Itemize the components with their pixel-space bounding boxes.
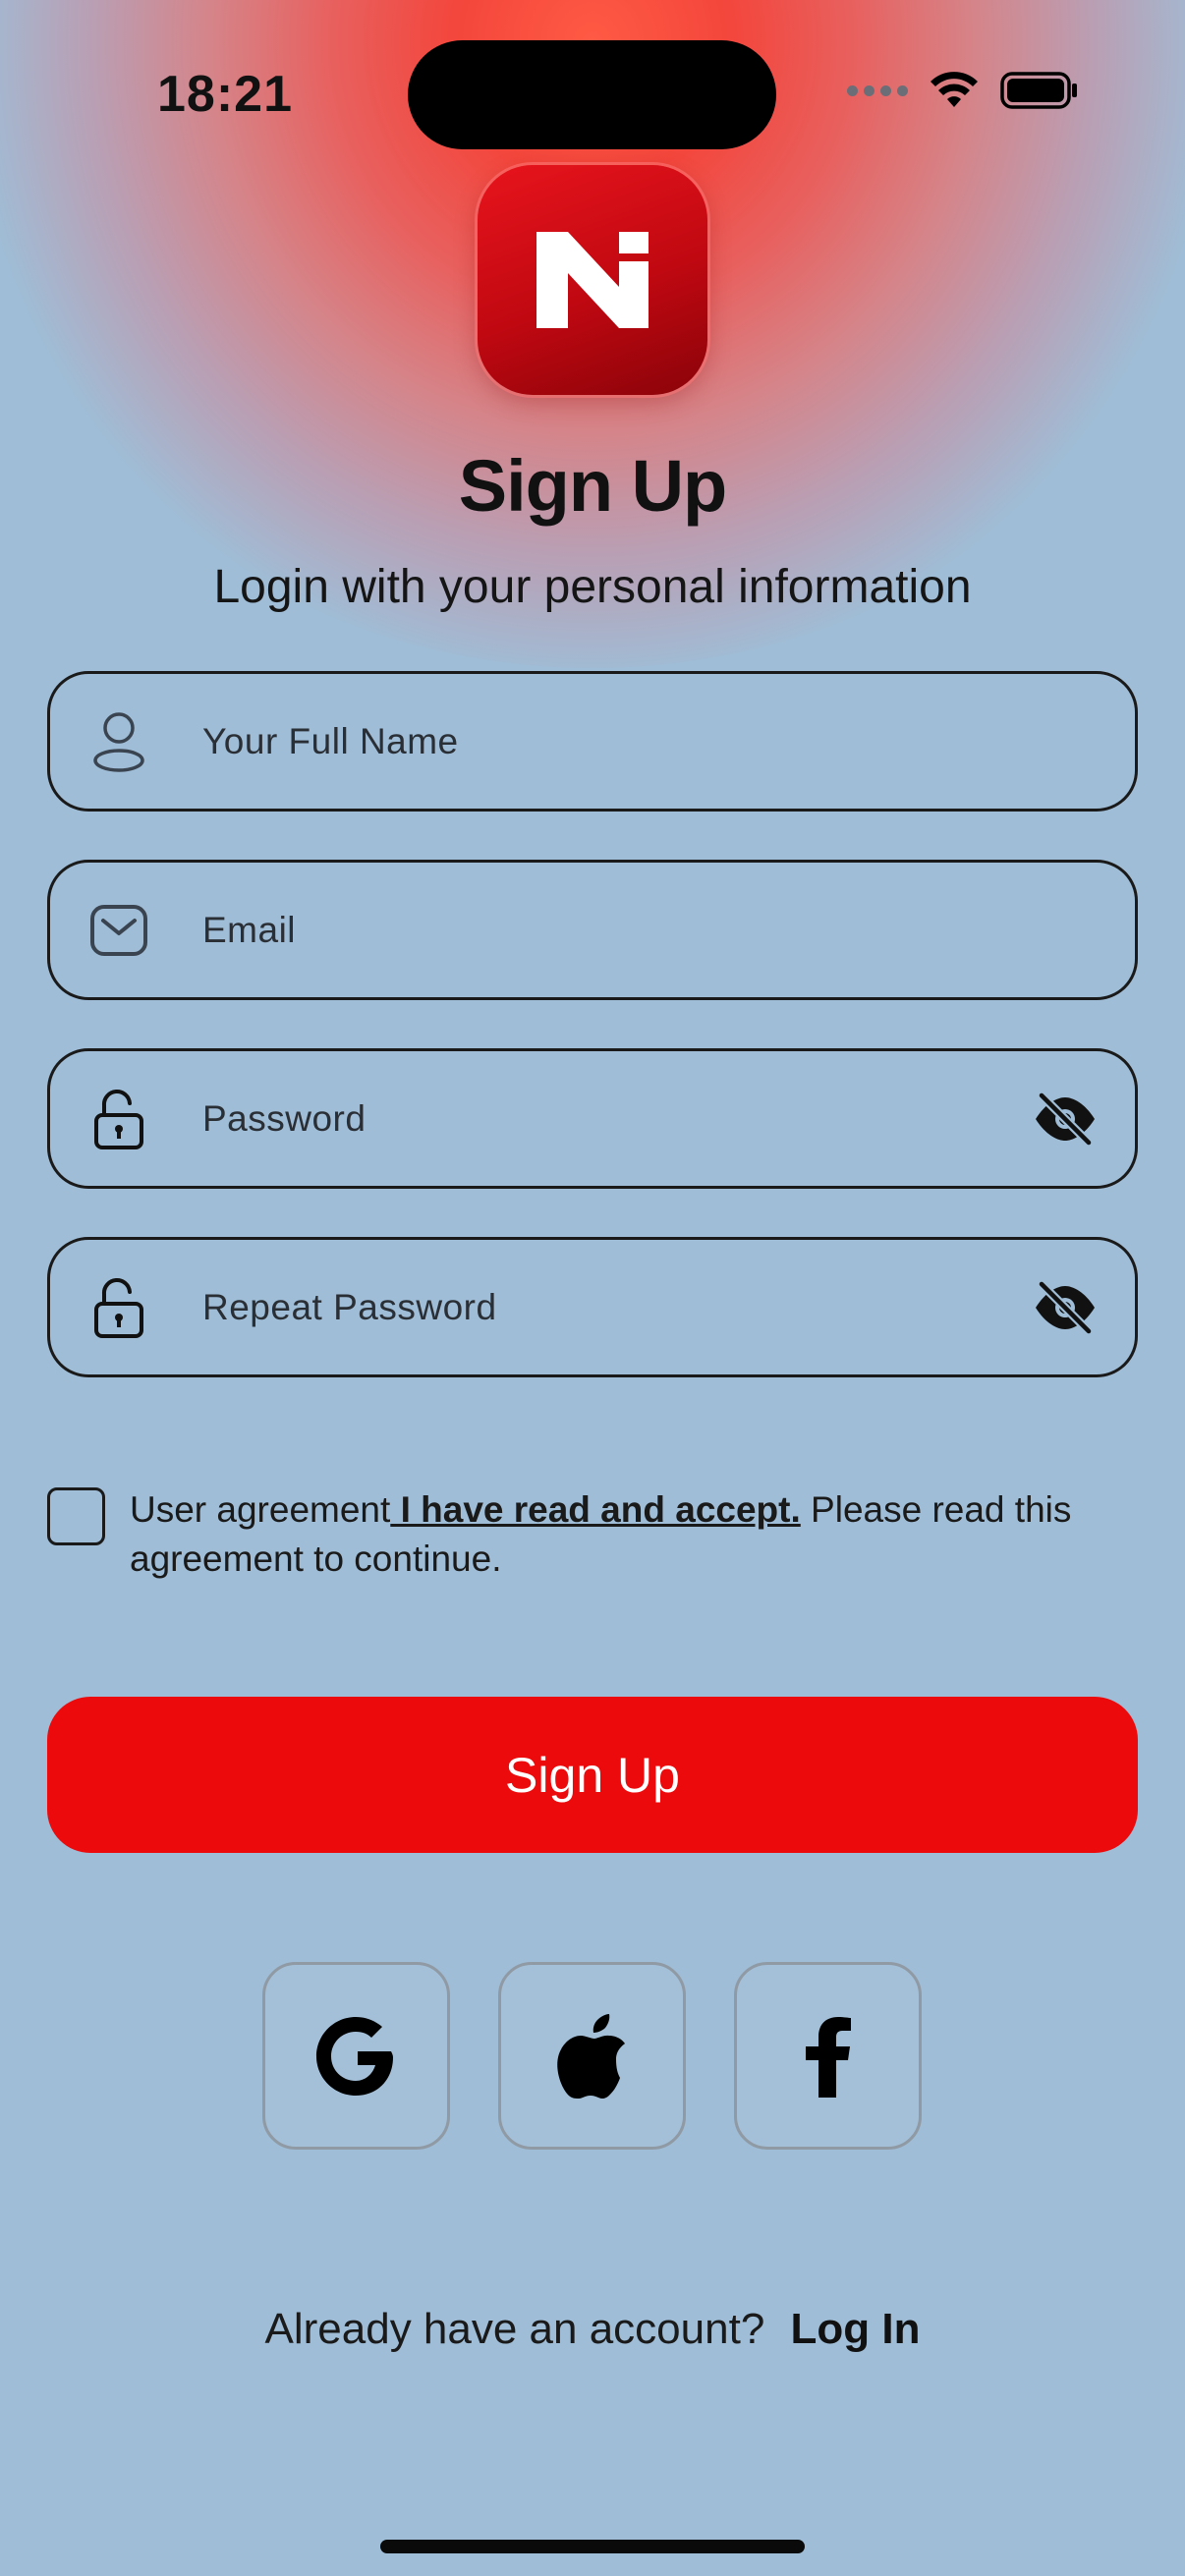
repeat-password-placeholder: Repeat Password xyxy=(202,1286,497,1327)
google-icon xyxy=(315,2016,393,2096)
google-button[interactable] xyxy=(262,1962,450,2150)
agreement-checkbox[interactable] xyxy=(47,1487,105,1545)
password-placeholder: Password xyxy=(202,1097,367,1139)
facebook-icon xyxy=(805,2016,851,2098)
page-title: Sign Up xyxy=(458,445,728,527)
full-name-field[interactable]: Your Full Name xyxy=(47,671,1138,812)
agreement-prefix: User agreement xyxy=(130,1489,391,1530)
repeat-password-field[interactable]: Repeat Password xyxy=(47,1237,1138,1377)
battery-icon xyxy=(1000,72,1077,109)
password-field[interactable]: Password xyxy=(47,1048,1138,1189)
app-logo-icon xyxy=(536,232,649,328)
unlock-icon xyxy=(89,1276,148,1339)
apple-icon xyxy=(556,2013,625,2099)
dynamic-island xyxy=(408,40,776,149)
login-link[interactable]: Log In xyxy=(791,2305,921,2353)
mail-icon xyxy=(89,899,148,962)
apple-button[interactable] xyxy=(498,1962,686,2150)
email-placeholder: Email xyxy=(202,909,297,950)
login-row: Already have an account? Log In xyxy=(0,2305,1185,2354)
agreement-link[interactable]: I have read and accept. xyxy=(390,1489,801,1530)
home-indicator[interactable] xyxy=(380,2540,805,2553)
full-name-placeholder: Your Full Name xyxy=(202,720,459,761)
user-icon xyxy=(89,710,148,773)
status-icons xyxy=(847,71,1079,110)
eye-off-icon[interactable] xyxy=(1031,1090,1100,1148)
signal-icon xyxy=(847,84,908,96)
app-logo xyxy=(478,165,707,395)
page-subtitle: Login with your personal information xyxy=(213,561,972,613)
unlock-icon xyxy=(89,1088,148,1150)
signup-button[interactable]: Sign Up xyxy=(47,1697,1138,1853)
facebook-button[interactable] xyxy=(734,1962,922,2150)
login-question: Already have an account? xyxy=(264,2305,765,2353)
eye-off-icon[interactable] xyxy=(1031,1278,1100,1337)
email-field[interactable]: Email xyxy=(47,860,1138,1000)
wifi-icon xyxy=(931,72,978,107)
agreement-text: User agreement I have read and accept. P… xyxy=(130,1485,1132,1584)
status-time: 18:21 xyxy=(157,66,293,123)
